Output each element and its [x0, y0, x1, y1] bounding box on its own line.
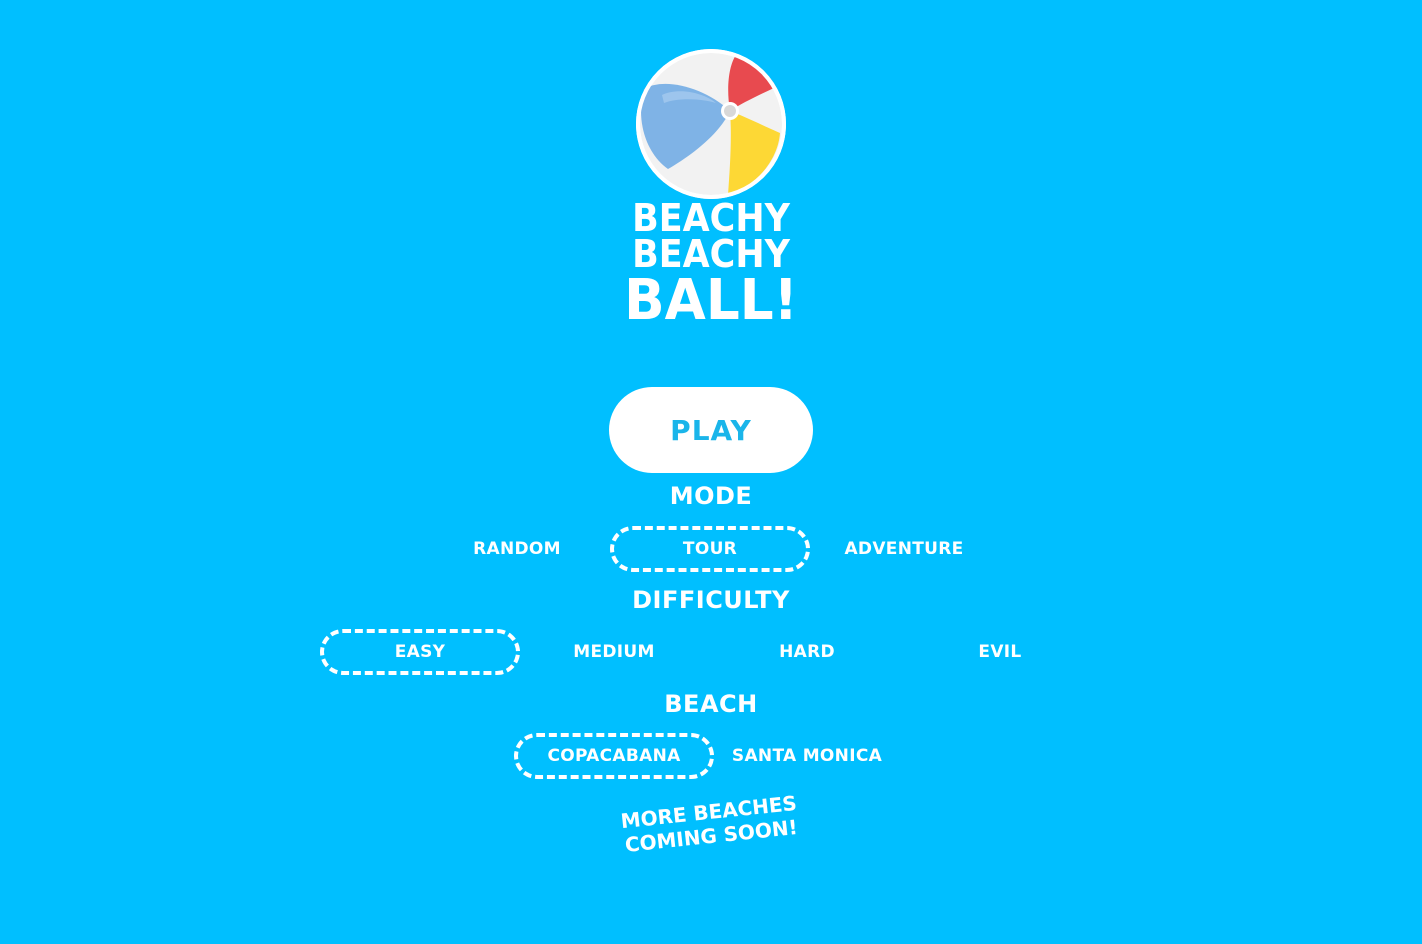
- difficulty-option-evil[interactable]: EVIL: [900, 629, 1100, 675]
- beach-option-copacabana[interactable]: COPACABANA: [514, 733, 714, 779]
- game-title-line-1: BEACHY: [632, 196, 790, 240]
- difficulty-heading: DIFFICULTY: [632, 586, 790, 614]
- game-title-line-3: BALL!: [624, 268, 798, 333]
- mode-option-tour[interactable]: TOUR: [610, 526, 810, 572]
- game-title-line-2: BEACHY: [632, 232, 790, 276]
- beach-option-santa-monica[interactable]: SANTA MONICA: [707, 733, 907, 779]
- play-button[interactable]: PLAY: [609, 387, 813, 473]
- mode-option-adventure[interactable]: ADVENTURE: [804, 526, 1004, 572]
- difficulty-option-medium[interactable]: MEDIUM: [514, 629, 714, 675]
- beach-ball-logo-icon: [636, 49, 786, 199]
- difficulty-option-easy[interactable]: EASY: [320, 629, 520, 675]
- beach-heading: BEACH: [664, 690, 758, 718]
- mode-option-random[interactable]: RANDOM: [417, 526, 617, 572]
- difficulty-option-hard[interactable]: HARD: [707, 629, 907, 675]
- main-menu-screen: BEACHY BEACHY BALL! PLAY MODE RANDOM TOU…: [0, 0, 1422, 944]
- coming-soon-label: MORE BEACHES COMING SOON!: [588, 788, 832, 861]
- game-title: BEACHY BEACHY BALL!: [560, 196, 862, 333]
- mode-heading: MODE: [669, 482, 753, 510]
